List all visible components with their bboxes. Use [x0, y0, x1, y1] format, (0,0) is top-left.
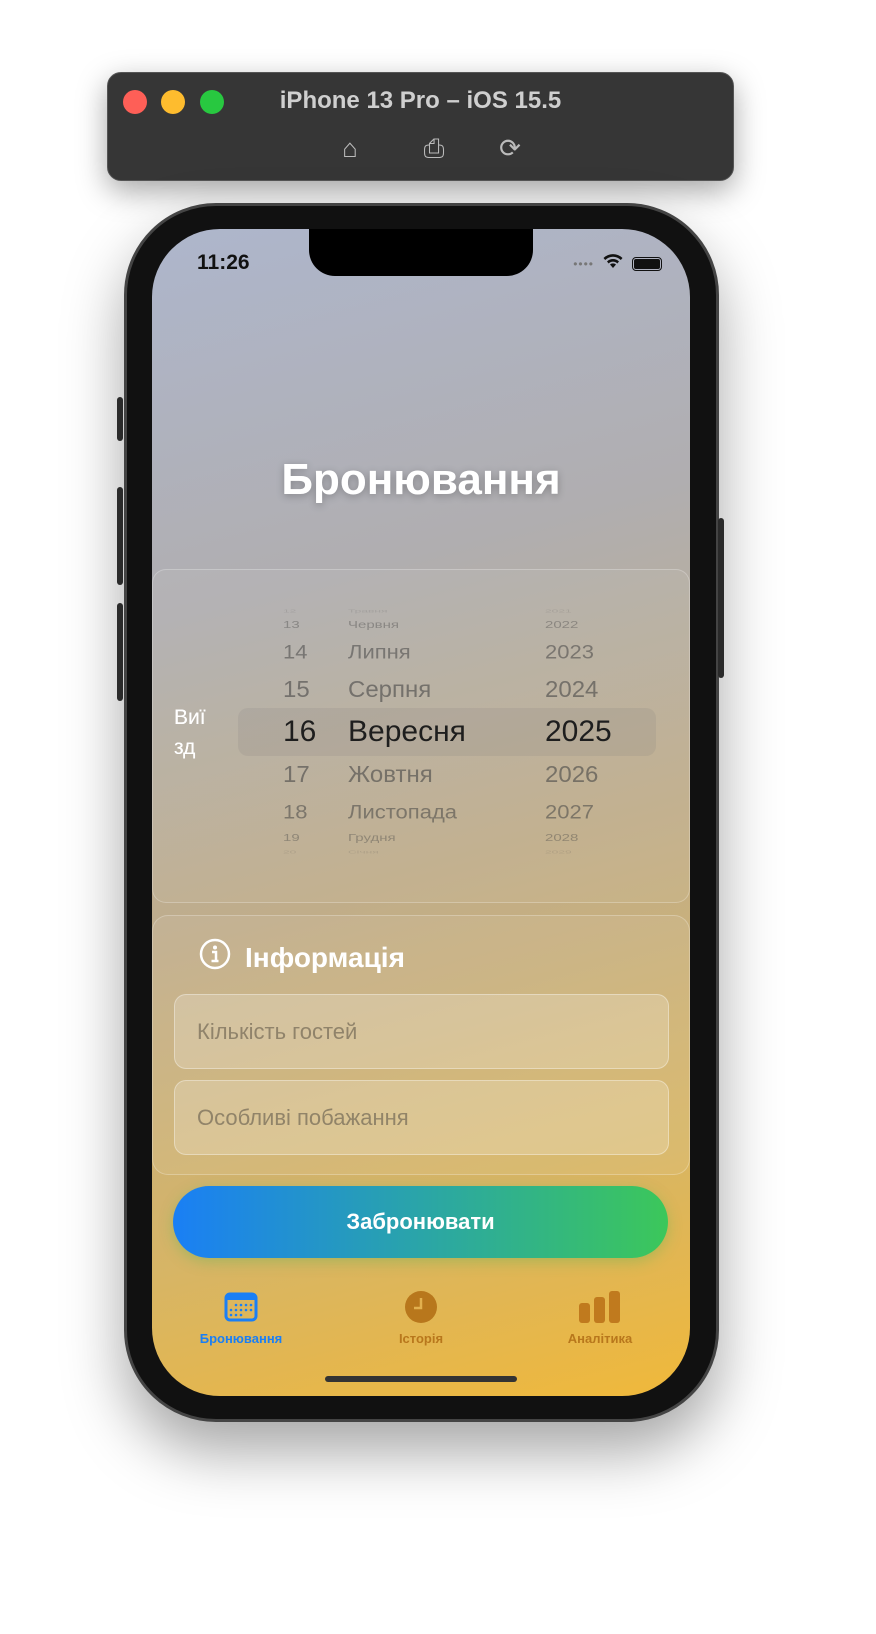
picker-day: 16: [283, 715, 317, 748]
picker-year: 2024: [545, 676, 599, 703]
picker-day: 13: [283, 619, 300, 631]
book-button[interactable]: Забронювати: [173, 1186, 668, 1258]
calendar-icon: [171, 1289, 311, 1325]
picker-month: Грудня: [348, 832, 396, 844]
tab-analytics[interactable]: Аналітика: [530, 1289, 670, 1346]
picker-year: 2026: [545, 761, 599, 788]
tab-label: Історія: [398, 1331, 444, 1346]
signal-icon: ••••: [573, 256, 594, 271]
picker-year: 2023: [545, 640, 594, 663]
picker-month: Липня: [348, 640, 411, 663]
clock-icon: [351, 1289, 491, 1325]
guests-count-input[interactable]: [174, 994, 669, 1069]
picker-month: Серпня: [348, 676, 432, 703]
simulator-title: iPhone 13 Pro – iOS 15.5: [279, 87, 562, 114]
picker-year: 2022: [545, 619, 579, 631]
picker-day: 20: [283, 849, 297, 855]
simulator-toolbar: iPhone 13 Pro – iOS 15.5 ⌂ ⎙ ⟳: [107, 72, 734, 181]
picker-month: Листопада: [348, 800, 458, 823]
tab-history[interactable]: Історія: [351, 1289, 491, 1346]
picker-year: 2029: [545, 849, 572, 855]
chart-bar-icon: [530, 1289, 670, 1325]
tab-booking[interactable]: Бронювання: [171, 1289, 311, 1346]
tab-label: Бронювання: [199, 1331, 283, 1346]
picker-year: 2025: [545, 715, 612, 748]
wifi-icon: [602, 253, 624, 274]
screenshot-icon[interactable]: ⎙: [417, 131, 451, 165]
picker-month: Вересня: [348, 715, 466, 748]
app-screen: 11:26 •••• Бронювання Виїзд Виї зд 12 Трав…: [152, 229, 690, 1396]
picker-day: 12: [283, 608, 297, 614]
home-icon[interactable]: ⌂: [333, 131, 367, 165]
picker-label-lines: Виї зд: [174, 706, 206, 759]
picker-day: 15: [283, 676, 310, 703]
home-indicator: [325, 1376, 517, 1382]
picker-year: 2021: [545, 608, 572, 614]
page-title: Бронювання: [281, 455, 561, 504]
picker-year: 2028: [545, 832, 579, 844]
status-time: 11:26: [197, 251, 250, 274]
picker-month: Травня: [348, 608, 388, 614]
picker-year: 2027: [545, 800, 594, 823]
picker-month: Жовтня: [348, 761, 433, 788]
picker-day: 17: [283, 761, 310, 788]
info-title: Інформація: [245, 941, 405, 973]
tab-label: Аналітика: [567, 1331, 633, 1346]
picker-day: 19: [283, 832, 300, 844]
picker-day: 18: [283, 800, 308, 823]
info-card: Інформація: [152, 915, 690, 1175]
info-icon: [199, 938, 231, 977]
picker-day: 14: [283, 640, 308, 663]
rotate-icon[interactable]: ⟳: [493, 131, 527, 165]
battery-icon: [632, 256, 662, 271]
picker-month: Січня: [348, 849, 379, 855]
picker-month: Червня: [348, 619, 400, 631]
special-wishes-input[interactable]: [174, 1080, 669, 1155]
